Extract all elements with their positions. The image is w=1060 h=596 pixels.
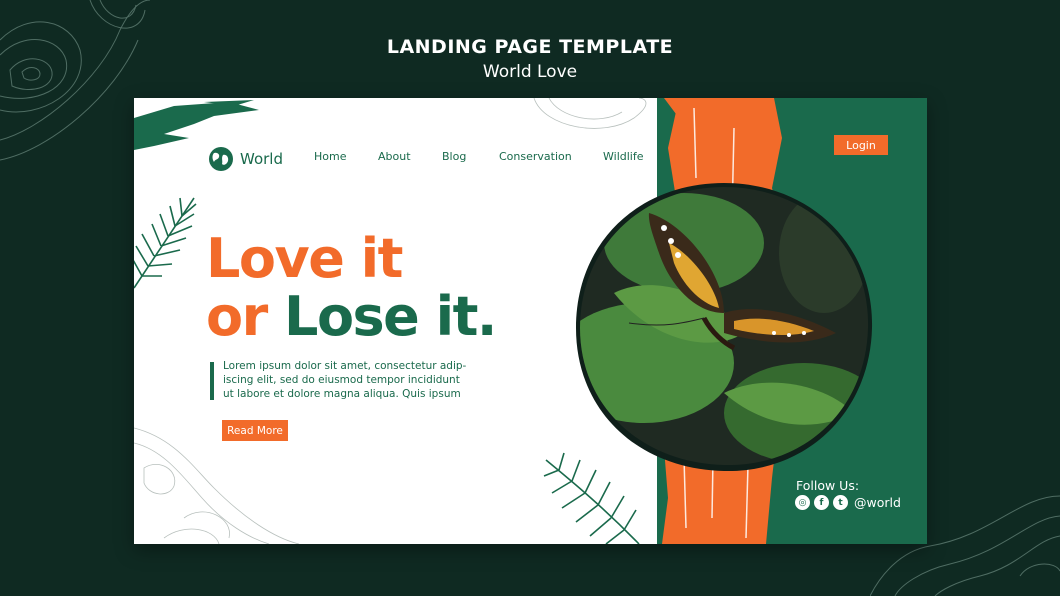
social-handle: @world: [854, 495, 901, 510]
instagram-icon[interactable]: ◎: [795, 495, 810, 510]
hero-body-text: Lorem ipsum dolor sit amet, consectetur …: [223, 360, 467, 400]
hero-headline: Love it or Lose it.: [206, 227, 497, 348]
globe-icon: [209, 147, 233, 171]
nav-item-conservation[interactable]: Conservation: [499, 150, 572, 163]
headline-line-2-prefix: or: [206, 285, 285, 348]
page-subtitle: World Love: [482, 62, 578, 82]
login-button[interactable]: Login: [834, 135, 888, 155]
follow-us-label: Follow Us:: [796, 478, 860, 493]
nav-item-home[interactable]: Home: [314, 150, 346, 163]
nav-item-about[interactable]: About: [378, 150, 411, 163]
site-logo[interactable]: World: [208, 146, 283, 172]
landing-page-card: World Home About Blog Conservation Wildl…: [134, 98, 927, 544]
headline-line-2-main: Lose it.: [284, 285, 497, 348]
social-links: ◎ f t @world: [795, 495, 901, 510]
contour-decoration-top-left: [0, 0, 150, 161]
facebook-icon[interactable]: f: [814, 495, 829, 510]
page-title: LANDING PAGE TEMPLATE: [386, 36, 674, 58]
nav-item-blog[interactable]: Blog: [442, 150, 466, 163]
twitter-icon[interactable]: t: [833, 495, 848, 510]
read-more-button[interactable]: Read More: [222, 420, 288, 441]
headline-line-1: Love it: [206, 227, 403, 290]
text-accent-bar: [210, 362, 214, 400]
nav-item-wildlife[interactable]: Wildlife: [603, 150, 643, 163]
butterfly-photo: [574, 183, 874, 477]
logo-text: World: [240, 150, 283, 168]
